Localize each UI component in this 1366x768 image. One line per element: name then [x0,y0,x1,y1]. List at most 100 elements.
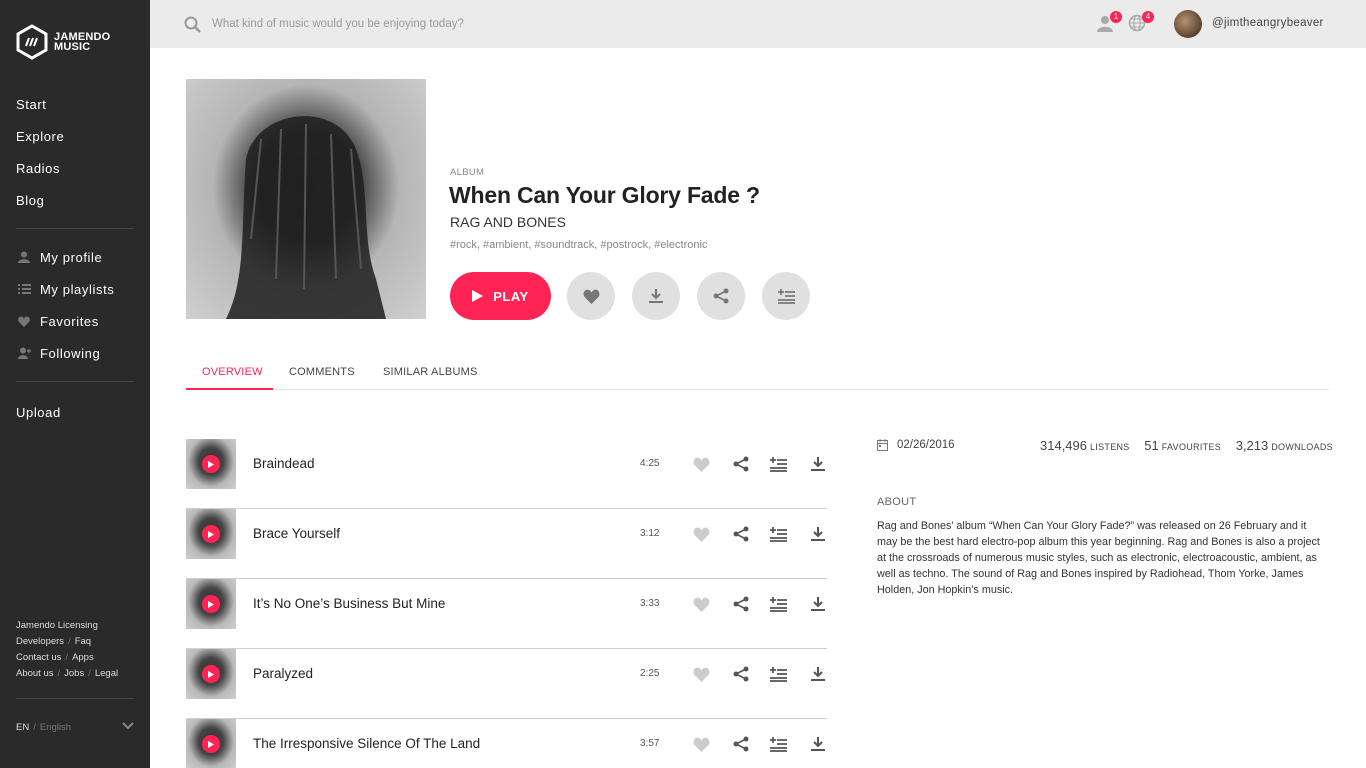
avatar[interactable] [1174,10,1202,38]
download-track-button[interactable] [808,525,828,543]
nav-upload[interactable]: Upload [16,396,134,428]
track-thumbnail[interactable] [186,719,236,768]
add-to-playlist-icon [769,456,787,472]
track-title[interactable]: Braindead [253,456,315,471]
album-tags[interactable]: #rock, #ambient, #soundtrack, #postrock,… [450,239,707,251]
nav-start[interactable]: Start [16,88,134,120]
play-icon [472,290,484,302]
heart-icon [693,457,709,472]
notifications-button[interactable]: 1 [1096,11,1122,36]
album-cover [186,79,426,319]
playlist-icon [16,282,32,296]
download-track-button[interactable] [808,455,828,473]
tab-overview[interactable]: OVERVIEW [202,366,263,378]
about-text: Rag and Bones’ album “When Can Your Glor… [877,520,1320,596]
track-thumbnail[interactable] [186,439,236,489]
track-title[interactable]: Brace Yourself [253,526,340,541]
download-icon [649,289,663,303]
nav-following[interactable]: Following [16,337,134,369]
favourites-count: 51 [1144,438,1159,453]
nav-favorites[interactable]: Favorites [16,305,134,337]
link-faq[interactable]: Faq [75,636,91,647]
share-track-button[interactable] [731,595,751,613]
tab-similar-albums[interactable]: SIMILAR ALBUMS [383,366,478,378]
play-icon [202,665,220,683]
track-row: Brace Yourself 3:12 [186,509,827,579]
track-title[interactable]: It’s No One’s Business But Mine [253,596,445,611]
share-icon [713,288,729,304]
share-track-button[interactable] [731,455,751,473]
link-apps[interactable]: Apps [72,652,94,663]
add-to-playlist-icon [769,736,787,752]
nav-my-profile-label: My profile [40,249,103,265]
logo-hexagon-icon [16,24,48,60]
nav-my-profile[interactable]: My profile [16,241,134,273]
favorite-track-button[interactable] [691,665,711,683]
link-licensing[interactable]: Jamendo Licensing [16,620,98,631]
nav-radios[interactable]: Radios [16,152,134,184]
play-icon [202,525,220,543]
link-developers[interactable]: Developers [16,636,64,647]
favorite-track-button[interactable] [691,455,711,473]
nav-explore[interactable]: Explore [16,120,134,152]
share-track-button[interactable] [731,735,751,753]
download-album-button[interactable] [632,272,680,320]
language-selector[interactable]: EN / English [16,722,134,733]
release-date: 02/26/2016 [877,439,955,451]
add-to-playlist-icon [777,288,795,304]
download-track-button[interactable] [808,595,828,613]
track-thumbnail[interactable] [186,509,236,559]
download-icon [811,457,825,471]
add-to-playlist-button[interactable] [762,272,810,320]
downloads-label: DOWNLOADS [1271,442,1333,452]
share-album-button[interactable] [697,272,745,320]
add-to-playlist-icon [769,526,787,542]
heart-icon [583,289,599,304]
nav-following-label: Following [40,345,101,361]
add-track-to-playlist-button[interactable] [768,735,788,753]
share-track-button[interactable] [731,665,751,683]
nav-blog[interactable]: Blog [16,184,134,216]
favorite-track-button[interactable] [691,595,711,613]
track-title[interactable]: Paralyzed [253,666,313,681]
track-duration: 3:12 [640,528,660,539]
nav-my-playlists[interactable]: My playlists [16,273,134,305]
tab-comments[interactable]: COMMENTS [289,366,355,378]
favorite-album-button[interactable] [567,272,615,320]
track-duration: 2:25 [640,668,660,679]
link-legal[interactable]: Legal [95,668,118,679]
language-name: English [39,722,72,733]
search-input[interactable] [212,14,732,34]
username[interactable]: @jimtheangrybeaver [1212,17,1324,29]
add-track-to-playlist-button[interactable] [768,665,788,683]
download-icon [811,737,825,751]
jamendo-logo[interactable]: JAMENDO MUSIC [16,24,110,60]
add-to-playlist-icon [769,596,787,612]
favorite-track-button[interactable] [691,525,711,543]
logo-line2: MUSIC [54,41,91,53]
share-track-button[interactable] [731,525,751,543]
link-jobs[interactable]: Jobs [64,668,84,679]
language-code: EN [16,722,30,733]
world-notifications-button[interactable]: 4 [1128,11,1154,36]
link-about[interactable]: About us [16,668,54,679]
track-thumbnail[interactable] [186,649,236,699]
heart-icon [16,314,32,328]
track-duration: 3:57 [640,738,660,749]
top-bar: 1 4 @jimtheangrybeaver [150,0,1366,48]
add-track-to-playlist-button[interactable] [768,525,788,543]
heart-icon [693,597,709,612]
track-title[interactable]: The Irresponsive Silence Of The Land [253,736,480,751]
favorite-track-button[interactable] [691,735,711,753]
download-track-button[interactable] [808,665,828,683]
download-track-button[interactable] [808,735,828,753]
notification-badge: 1 [1110,11,1122,23]
link-contact[interactable]: Contact us [16,652,61,663]
track-thumbnail[interactable] [186,579,236,629]
play-label: PLAY [493,288,529,304]
album-artist[interactable]: RAG AND BONES [450,214,566,230]
nav-my-playlists-label: My playlists [40,281,115,297]
add-track-to-playlist-button[interactable] [768,595,788,613]
add-track-to-playlist-button[interactable] [768,455,788,473]
play-button[interactable]: PLAY [450,272,551,320]
